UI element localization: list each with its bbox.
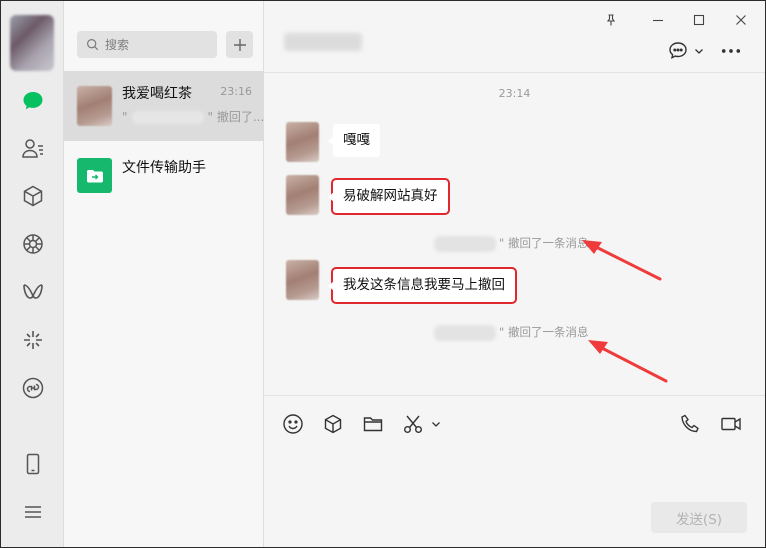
chat-icon[interactable] [18,86,48,116]
favorites-icon[interactable] [321,412,345,436]
chat-header [264,1,765,73]
chat-title-blurred [284,33,362,51]
mini-program-icon[interactable] [18,373,48,403]
chat-item-file-transfer[interactable]: 文件传输助手 [64,141,264,211]
chat-name: 文件传输助手 [122,160,206,176]
input-toolbar [264,395,765,451]
plus-icon [233,38,246,51]
chat-bubble-icon [668,42,687,59]
user-avatar[interactable] [10,15,54,71]
message-timestamp: 23:14 [498,87,531,100]
nav-rail [1,1,64,547]
chat-time: 23:16 [220,85,252,98]
blurred-name [434,324,496,341]
more-dots-icon [721,49,741,53]
preview-suffix: " 撤回了... [207,110,265,124]
pin-icon[interactable] [600,9,622,31]
message-bubble-highlighted[interactable]: 易破解网站真好 [328,178,450,215]
chat-list-panel: 我爱喝红茶 23:16 " " 撤回了... 文件传输助手 [64,1,264,547]
sender-avatar[interactable] [286,122,319,162]
message-area: 23:14 嘎嘎 易破解网站真好 " 撤回了一条消息 我发这条信息我要马上撤回 … [264,74,765,394]
recall-notice: " 撤回了一条消息 [434,235,588,252]
wechat-window: 我爱喝红茶 23:16 " " 撤回了... 文件传输助手 [0,0,766,548]
add-chat-button[interactable] [226,31,253,58]
chat-name: 我爱喝红茶 [122,86,192,102]
screenshot-scissors-icon[interactable] [401,412,425,436]
chat-info-button[interactable] [664,40,706,62]
favorites-icon[interactable] [18,181,48,211]
video-call-icon[interactable] [719,412,743,436]
chat-item-hongcha[interactable]: 我爱喝红茶 23:16 " " 撤回了... [64,71,264,141]
blurred-name [434,235,496,252]
recall-notice-text: " 撤回了一条消息 [499,325,589,339]
emoji-icon[interactable] [281,412,305,436]
search-box[interactable] [77,31,217,58]
preview-prefix: " [122,110,128,124]
more-options-button[interactable] [719,40,743,62]
search-input[interactable] [105,37,205,52]
message-bubble[interactable]: 嘎嘎 [328,124,380,157]
file-transfer-icon [77,158,112,193]
sender-avatar[interactable] [286,175,319,215]
red-arrow-annotation [588,340,668,383]
red-arrow-annotation [582,240,662,281]
maximize-icon[interactable] [688,9,710,31]
minimize-icon[interactable] [647,9,669,31]
chat-avatar [77,86,112,126]
close-icon[interactable] [730,9,752,31]
recall-notice: " 撤回了一条消息 [434,324,588,341]
moments-icon[interactable] [18,229,48,259]
recall-notice-text: " 撤回了一条消息 [499,236,589,250]
voice-call-icon[interactable] [678,412,702,436]
search-icon [87,39,99,51]
sender-avatar[interactable] [286,260,319,300]
phone-icon[interactable] [18,449,48,479]
blurred-name [131,111,204,124]
send-button[interactable]: 发送(S) [651,502,747,533]
search-discover-icon[interactable] [18,325,48,355]
chat-preview: " " 撤回了... [122,108,264,125]
message-bubble-highlighted[interactable]: 我发这条信息我要马上撤回 [328,267,517,304]
screenshot-options-chevron-icon[interactable] [427,412,445,436]
folder-icon[interactable] [361,412,385,436]
chevron-down-icon [694,49,703,54]
contacts-icon[interactable] [18,133,48,163]
channels-icon[interactable] [18,277,48,307]
chat-panel: 23:14 嘎嘎 易破解网站真好 " 撤回了一条消息 我发这条信息我要马上撤回 … [264,1,765,547]
menu-icon[interactable] [18,497,48,527]
